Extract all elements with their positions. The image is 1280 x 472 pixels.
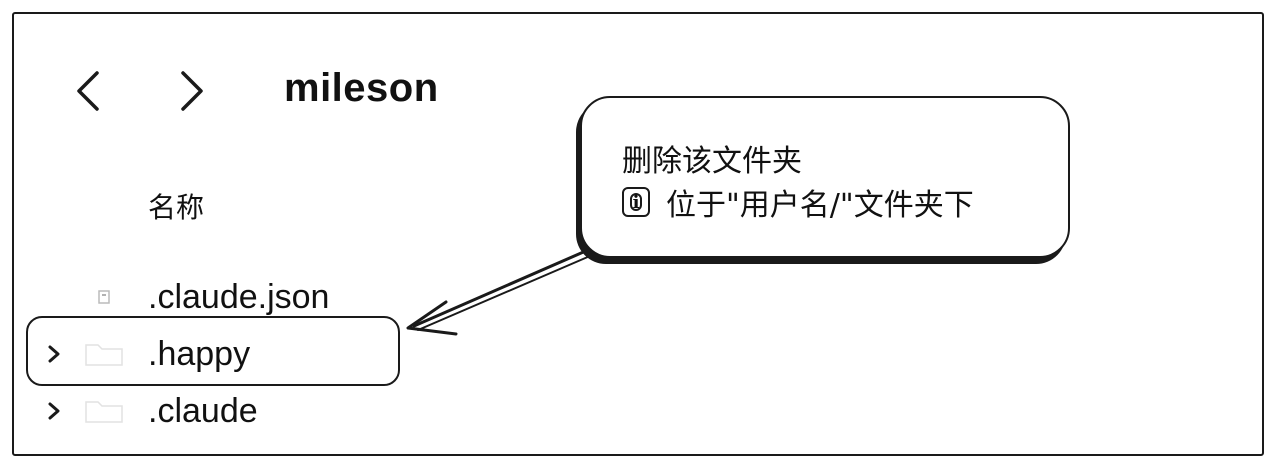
info-icon: i — [622, 187, 650, 217]
callout-title: 删除该文件夹 — [622, 144, 802, 179]
callout-note-text: 位于"用户名/"文件夹下 — [666, 188, 974, 223]
callout-bubble: 删除该文件夹 i 位于"用户名/"文件夹下 — [580, 96, 1070, 258]
callout-note: i 位于"用户名/"文件夹下 — [622, 180, 974, 224]
